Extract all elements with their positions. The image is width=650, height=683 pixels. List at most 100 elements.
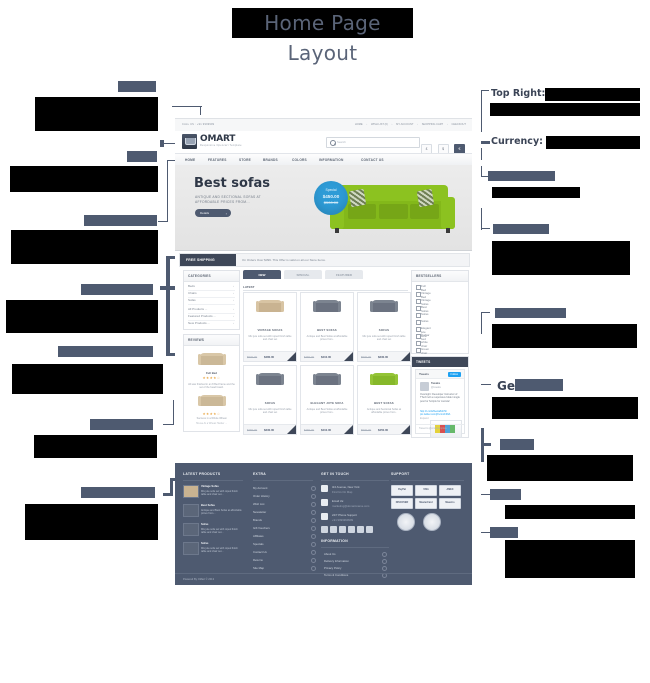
footer-product-desc: Mix jute sofa set with roped finish tabl… [201,490,238,497]
category-item-sofas[interactable]: Sofas › [188,298,235,305]
callout-main-menu-body [11,230,158,264]
product-price: $410.00 [321,427,332,432]
footer-extra-link[interactable]: My Account [253,486,267,490]
twitter-widget: Tweets Follow Tweaks @tweaks Oversight: … [415,369,465,438]
top-link-wishlist[interactable]: WISH LIST (0) [371,123,388,126]
tweets-panel: TWEETS Tweets Follow Tweaks @tweaks Over… [411,356,469,438]
footer-product-name[interactable]: Sofas [201,542,208,545]
search-input[interactable]: Search [326,137,420,148]
rss-icon[interactable] [348,526,355,533]
footer-extra-link[interactable]: Site Map [253,566,264,570]
top-link-my-account[interactable]: MY ACCOUNT [396,123,413,126]
category-link-featured-products[interactable]: Featured Products ... › [188,314,235,321]
facebook-icon[interactable] [330,526,337,533]
product-old-price: $450.00 [304,427,315,432]
shopping-cart-logo-icon[interactable] [182,134,197,149]
bullet-square-icon [416,292,421,297]
nav-item-contact-us[interactable]: CONTACT US [361,158,384,162]
product-description: Antique and Best Sofas at affordable pri… [306,335,348,342]
product-card[interactable]: VINTAGE SOFAS Mix jute sofa set with rop… [243,292,297,362]
product-card[interactable]: SOFAS Mix jute sofa set with roped finis… [243,365,297,435]
footer-extra-link[interactable]: Newsletter [253,510,266,514]
category-item-chairs[interactable]: Chairs › [188,291,235,298]
separator-icon: › [417,123,418,126]
currency-switcher[interactable]: £ $ € [420,137,465,155]
add-to-cart-corner-icon[interactable] [287,425,296,434]
tab-special[interactable]: SPECIAL [284,270,322,279]
tab-label: SPECIAL [296,272,310,277]
category-link-label: Featured Products ... [188,314,217,318]
payment-logo-paypal: PayPal [391,485,413,496]
footer-extra-link[interactable]: Returns [253,558,263,562]
category-link-all-products[interactable]: All Products ... › [188,307,235,314]
callout-reviews-body [34,435,157,458]
product-description: Mix jute sofa set with roped finish tabl… [362,335,406,342]
product-card[interactable]: ELEGANT JUTE SOFA Antique and Best Sofas… [300,365,354,435]
top-link-shopping-cart[interactable]: SHOPPING CART [422,123,443,126]
product-description: Antique and Best Sofas at affordable pri… [306,408,348,415]
chevron-dot-icon [311,550,316,555]
pinterest-icon[interactable] [366,526,373,533]
footer-information-link[interactable]: About Us [324,552,336,556]
top-links: HOME › WISH LIST (0) › MY ACCOUNT › SHOP… [352,123,466,126]
product-card[interactable]: SOFAS Mix jute sofa set with roped finis… [357,292,411,362]
footer-extra-link[interactable]: Gift Vouchers [253,526,270,530]
bestseller-label: Green chair [421,347,430,355]
add-to-cart-corner-icon[interactable] [344,352,353,361]
separator-icon: › [366,123,368,126]
footer-product-name[interactable]: Best Sofas [201,504,215,507]
product-card[interactable]: BEST SOFAS Antique and Best Sofas at aff… [300,292,354,362]
tab-featured[interactable]: FEATURED [325,270,363,279]
leader-line-top-bar-h [172,106,202,108]
tweet-link[interactable]: http://t.co/4ZAeJa8ohHc pic.twitter.com/… [420,410,460,417]
tweet-compose-label[interactable]: Tweet to @omartemplate [419,427,447,430]
product-image [256,300,284,316]
nav-item-features[interactable]: FEATURES [208,158,227,162]
sofa-arm-right [280,301,284,312]
chevron-dot-icon [382,552,387,557]
footer-address-line-2[interactable]: Find Us On Map [332,490,352,494]
logo-text[interactable]: OMART [200,134,235,144]
banner-details-button[interactable]: Details › [195,209,231,217]
add-to-cart-corner-icon[interactable] [401,352,410,361]
google-plus-icon[interactable] [339,526,346,533]
free-shipping-bar: FREE SHIPPING On Orders Over $399. This … [179,253,470,267]
twitter-follow-button[interactable]: Follow [447,371,461,377]
footer-bottom-bar: Powered By OMart © 2013 [175,573,472,585]
product-image [313,373,341,389]
top-link-checkout[interactable]: CHECKOUT [451,123,466,126]
add-to-cart-corner-icon[interactable] [401,425,410,434]
category-link-new-products[interactable]: New Products ... › [188,321,235,327]
footer-information-link[interactable]: Delivery Information [324,559,349,563]
search-placeholder: Search [337,140,346,145]
footer-extra-link[interactable]: Brands [253,518,262,522]
nav-item-information[interactable]: INFORMATION [319,158,343,162]
footer-extra-link[interactable]: Affiliates [253,534,264,538]
nav-item-store[interactable]: STORE [239,158,251,162]
footer-extra-link[interactable]: Contact Us [253,550,267,554]
sofa-arm-right [280,374,284,385]
nav-item-colors[interactable]: COLORS [292,158,307,162]
nav-item-home[interactable]: HOME [185,158,195,162]
footer-extra-link[interactable]: Wish List [253,502,264,506]
product-card[interactable]: BEST SOFAS Antique and Sectional Sofas a… [357,365,411,435]
top-link-home[interactable]: HOME [355,123,363,126]
footer-information-link[interactable]: Privacy Policy [324,566,341,570]
verified-seal-icon [423,513,441,531]
linkedin-icon[interactable] [357,526,364,533]
tab-new[interactable]: NEW [243,270,281,279]
footer-product-name[interactable]: Vintage Sofas [201,485,219,488]
footer-email-value[interactable]: marketing@domainname.com [332,504,369,508]
footer-extra-link[interactable]: Specials [253,542,264,546]
add-to-cart-corner-icon[interactable] [287,352,296,361]
tweet-expand-link[interactable]: Expand [420,417,428,420]
call-us-text: CALL US : +91 9999999 [182,123,215,126]
nav-item-brands[interactable]: BRANDS [263,158,278,162]
add-to-cart-corner-icon[interactable] [344,425,353,434]
category-item-beds[interactable]: Beds › [188,284,235,291]
footer-extra-link[interactable]: Order History [253,494,270,498]
payment-label: VISA [423,488,429,492]
footer-support-title: SUPPORT [391,472,410,476]
footer-product-name[interactable]: Sofas [201,523,208,526]
twitter-icon[interactable] [321,526,328,533]
